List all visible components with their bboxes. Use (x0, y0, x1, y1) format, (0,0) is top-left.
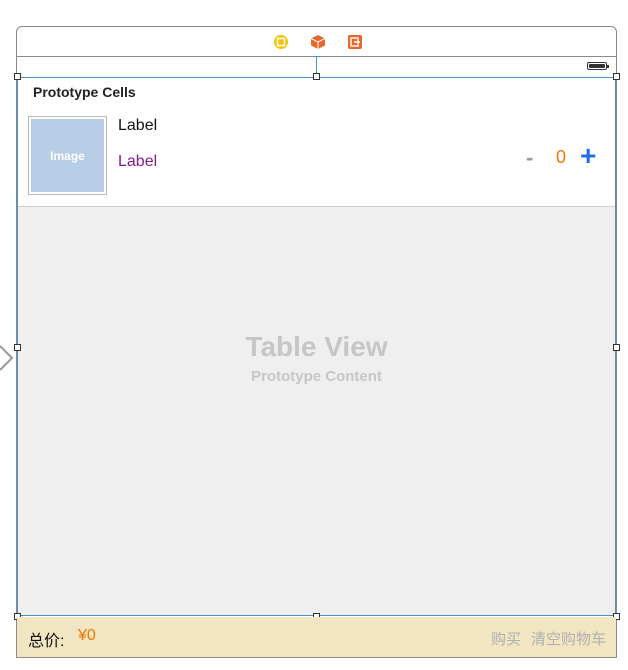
first-responder-icon[interactable] (310, 34, 326, 50)
constraint-guide (316, 56, 317, 73)
cell-subtitle-label[interactable]: Label (118, 153, 157, 171)
exit-icon[interactable] (347, 34, 363, 50)
image-placeholder-label: Image (31, 119, 104, 192)
view-controller-icon[interactable] (273, 34, 289, 50)
cart-bottom-bar: 总价: ¥0 购买 清空购物车 (17, 617, 616, 657)
total-price-value: ¥0 (78, 627, 96, 644)
resize-handle-right[interactable] (613, 344, 620, 351)
decrement-button[interactable]: - (526, 147, 533, 169)
clear-cart-button[interactable]: 清空购物车 (531, 628, 606, 649)
resize-handle-top[interactable] (313, 73, 320, 80)
scene-dock (16, 26, 617, 56)
buy-button[interactable]: 购买 (491, 628, 521, 649)
increment-button[interactable]: + (580, 142, 596, 170)
total-price-label: 总价: (28, 633, 65, 650)
prototype-cell[interactable]: Prototype Cells Image Label Label - 0 + (18, 78, 615, 207)
resize-handle-left[interactable] (14, 344, 21, 351)
battery-icon (587, 62, 609, 70)
quantity-label: 0 (556, 147, 567, 167)
resize-handle-top-left[interactable] (14, 73, 21, 80)
table-view-placeholder-subtitle: Prototype Content (251, 368, 382, 385)
cell-image-view[interactable]: Image (28, 116, 107, 195)
resize-handle-top-right[interactable] (613, 73, 620, 80)
table-view-placeholder-title: Table View (245, 331, 388, 362)
cell-title-label[interactable]: Label (118, 117, 157, 135)
prototype-cells-title: Prototype Cells (33, 84, 136, 100)
table-view[interactable]: Prototype Cells Image Label Label - 0 + … (17, 77, 616, 616)
entry-point-arrow-icon (0, 340, 14, 376)
